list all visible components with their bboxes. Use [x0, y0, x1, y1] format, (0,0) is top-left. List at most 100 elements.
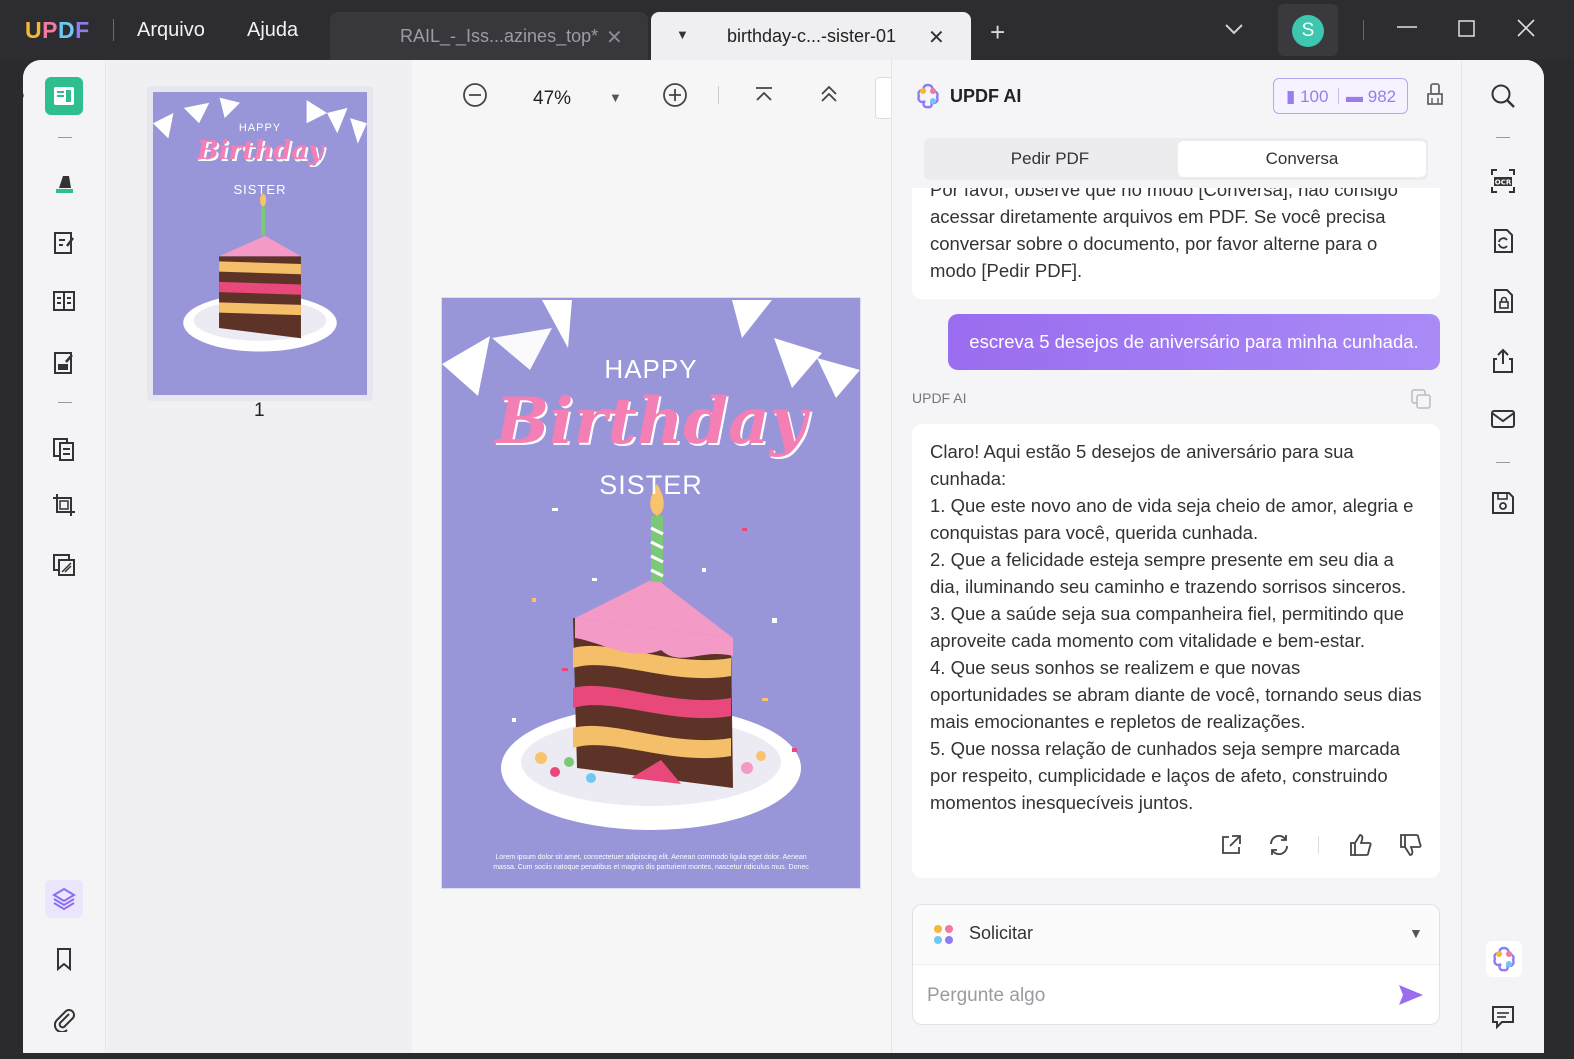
- ai-assistant-panel: UPDF AI ▮ 100 ▬ 982 Pedir PDF Conversa P…: [891, 60, 1461, 1053]
- chevron-down-icon: ▼: [1409, 925, 1423, 941]
- form-icon[interactable]: [45, 282, 83, 320]
- thumbnail-page-image: HAPPY Birthday SISTER: [153, 92, 367, 395]
- avatar: S: [1292, 15, 1324, 47]
- copy-icon[interactable]: [1410, 388, 1432, 415]
- message-text: acessar diretamente arquivos em PDF. Se …: [930, 206, 1386, 281]
- reader-mode-button[interactable]: [45, 77, 83, 115]
- email-icon[interactable]: [1486, 402, 1520, 436]
- first-page-icon[interactable]: [753, 82, 775, 114]
- thumbs-up-icon[interactable]: [1348, 832, 1374, 865]
- tab-ask-pdf[interactable]: Pedir PDF: [924, 138, 1176, 180]
- protect-icon[interactable]: [45, 546, 83, 584]
- zoom-in-icon[interactable]: [662, 82, 688, 114]
- prompt-mode-selector[interactable]: Solicitar ▼: [913, 905, 1439, 965]
- user-message: escreva 5 desejos de aniversário para mi…: [948, 314, 1440, 370]
- svg-text:OCR: OCR: [1495, 179, 1512, 187]
- regenerate-icon[interactable]: [1266, 832, 1292, 865]
- document-viewer: 47% ▼ HAPPY Birthday SISTER Lorem ipsum …: [412, 60, 892, 1053]
- ai-panel-title: UPDF AI: [950, 86, 1022, 106]
- menu-arquivo[interactable]: Arquivo: [137, 19, 205, 42]
- comment-icon[interactable]: [1486, 1000, 1520, 1034]
- prompt-box: Solicitar ▼: [912, 904, 1440, 1025]
- maximize-button[interactable]: [1458, 18, 1476, 44]
- card-footer-line1: Lorem ipsum dolor sit amet, consectetuer…: [495, 854, 807, 861]
- organize-pages-icon[interactable]: [45, 430, 83, 468]
- minimize-button[interactable]: [1396, 12, 1418, 40]
- pdf-quota: ▮ 100: [1286, 87, 1329, 106]
- answer-actions: [912, 832, 1440, 862]
- tab-rail-magazines[interactable]: RAIL_-_Iss...azines_top* ✕: [330, 12, 648, 60]
- zoom-dropdown-icon[interactable]: ▼: [609, 90, 622, 105]
- tab-title: RAIL_-_Iss...azines_top*: [400, 26, 599, 46]
- chat-quota-value: 982: [1367, 87, 1397, 106]
- new-tab-button[interactable]: +: [990, 19, 1005, 45]
- prompt-mode-label: Solicitar: [969, 923, 1034, 943]
- highlighter-icon[interactable]: [45, 164, 83, 202]
- rail-separator: [1496, 462, 1510, 463]
- ai-quota-badge[interactable]: ▮ 100 ▬ 982: [1273, 78, 1408, 114]
- tab-chat[interactable]: Conversa: [1178, 141, 1426, 177]
- right-tool-rail: OCR: [1461, 60, 1544, 1053]
- thumbnail-sister-text: SISTER: [233, 182, 287, 197]
- close-icon[interactable]: ✕: [606, 25, 623, 50]
- close-window-button[interactable]: [1516, 18, 1536, 44]
- bookmark-icon[interactable]: [45, 940, 83, 978]
- answer-intro: Claro! Aqui estão 5 desejos de aniversár…: [930, 441, 1354, 489]
- ocr-icon[interactable]: OCR: [1486, 164, 1520, 198]
- zoom-out-icon[interactable]: [462, 82, 488, 114]
- share-icon[interactable]: [1486, 344, 1520, 378]
- answer-item-1: 1. Que este novo ano de vida seja cheio …: [930, 495, 1414, 543]
- attachment-icon[interactable]: [45, 1000, 83, 1038]
- crop-icon[interactable]: [45, 486, 83, 524]
- thumbnail-page-number: 1: [254, 400, 265, 421]
- tab-birthday-card[interactable]: ▼ birthday-c...-sister-01 ✕: [651, 12, 971, 60]
- sign-icon[interactable]: [45, 344, 83, 382]
- edit-pdf-icon[interactable]: [45, 224, 83, 262]
- answer-item-4: 4. Que seus sonhos se realizem e que nov…: [930, 657, 1422, 732]
- clear-chat-icon[interactable]: [1425, 82, 1445, 114]
- page-input[interactable]: [875, 77, 892, 119]
- app-window: UPDF Arquivo Ajuda RAIL_-_Iss...azines_t…: [0, 0, 1574, 1059]
- pdf-page[interactable]: HAPPY Birthday SISTER Lorem ipsum dolor …: [442, 298, 860, 888]
- thumbs-down-icon[interactable]: [1398, 832, 1424, 865]
- ai-message-answer: Claro! Aqui estão 5 desejos de aniversár…: [912, 424, 1440, 878]
- chat-quota: ▬ 982: [1346, 87, 1397, 106]
- answer-item-5: 5. Que nossa relação de cunhados seja se…: [930, 738, 1400, 813]
- updf-logo: UPDF: [25, 17, 90, 43]
- chevron-down-icon[interactable]: [1224, 18, 1244, 41]
- menu-ajuda[interactable]: Ajuda: [247, 19, 298, 42]
- card-sister-text: SISTER: [599, 470, 703, 500]
- message-text-partial: Por favor, observe que no modo [Conversa…: [930, 188, 1398, 200]
- protect-pdf-icon[interactable]: [1486, 284, 1520, 318]
- tab-menu-icon[interactable]: ▼: [676, 27, 689, 42]
- updf-ai-logo-icon: [914, 82, 942, 115]
- thumbnail-birthday-text: Birthday: [196, 136, 324, 166]
- answer-item-2: 2. Que a felicidade esteja sempre presen…: [930, 549, 1407, 597]
- convert-icon[interactable]: [1486, 224, 1520, 258]
- page-thumbnail[interactable]: HAPPY Birthday SISTER: [147, 86, 373, 401]
- toolbar-separator: [718, 86, 719, 104]
- view-toolbar: 47% ▼: [412, 77, 892, 120]
- thumbnail-panel: HAPPY Birthday SISTER 1: [107, 60, 412, 1053]
- rail-separator: [1496, 137, 1510, 138]
- export-icon[interactable]: [1218, 832, 1244, 865]
- title-bar: UPDF Arquivo Ajuda RAIL_-_Iss...azines_t…: [0, 0, 1574, 60]
- layers-icon[interactable]: [45, 880, 83, 918]
- ai-mode-switch: Pedir PDF Conversa: [924, 138, 1428, 180]
- previous-page-icon[interactable]: [818, 82, 840, 114]
- main-area: HAPPY Birthday SISTER 1 47% ▼ HAPPY Birt…: [23, 60, 1544, 1053]
- pdf-quota-value: 100: [1300, 87, 1329, 106]
- ai-message-previous: Por favor, observe que no modo [Conversa…: [912, 188, 1440, 299]
- close-icon[interactable]: ✕: [928, 25, 945, 50]
- rail-separator: [58, 137, 72, 138]
- card-happy-text: HAPPY: [604, 354, 698, 384]
- title-separator: [113, 19, 114, 41]
- ask-input[interactable]: [927, 979, 1377, 1013]
- save-icon[interactable]: [1486, 486, 1520, 520]
- zoom-level[interactable]: 47%: [533, 88, 571, 110]
- send-icon[interactable]: [1397, 983, 1425, 1012]
- account-button[interactable]: S: [1278, 4, 1338, 56]
- search-icon[interactable]: [1486, 79, 1520, 113]
- active-indicator: [23, 92, 24, 99]
- updf-ai-icon[interactable]: [1486, 941, 1522, 977]
